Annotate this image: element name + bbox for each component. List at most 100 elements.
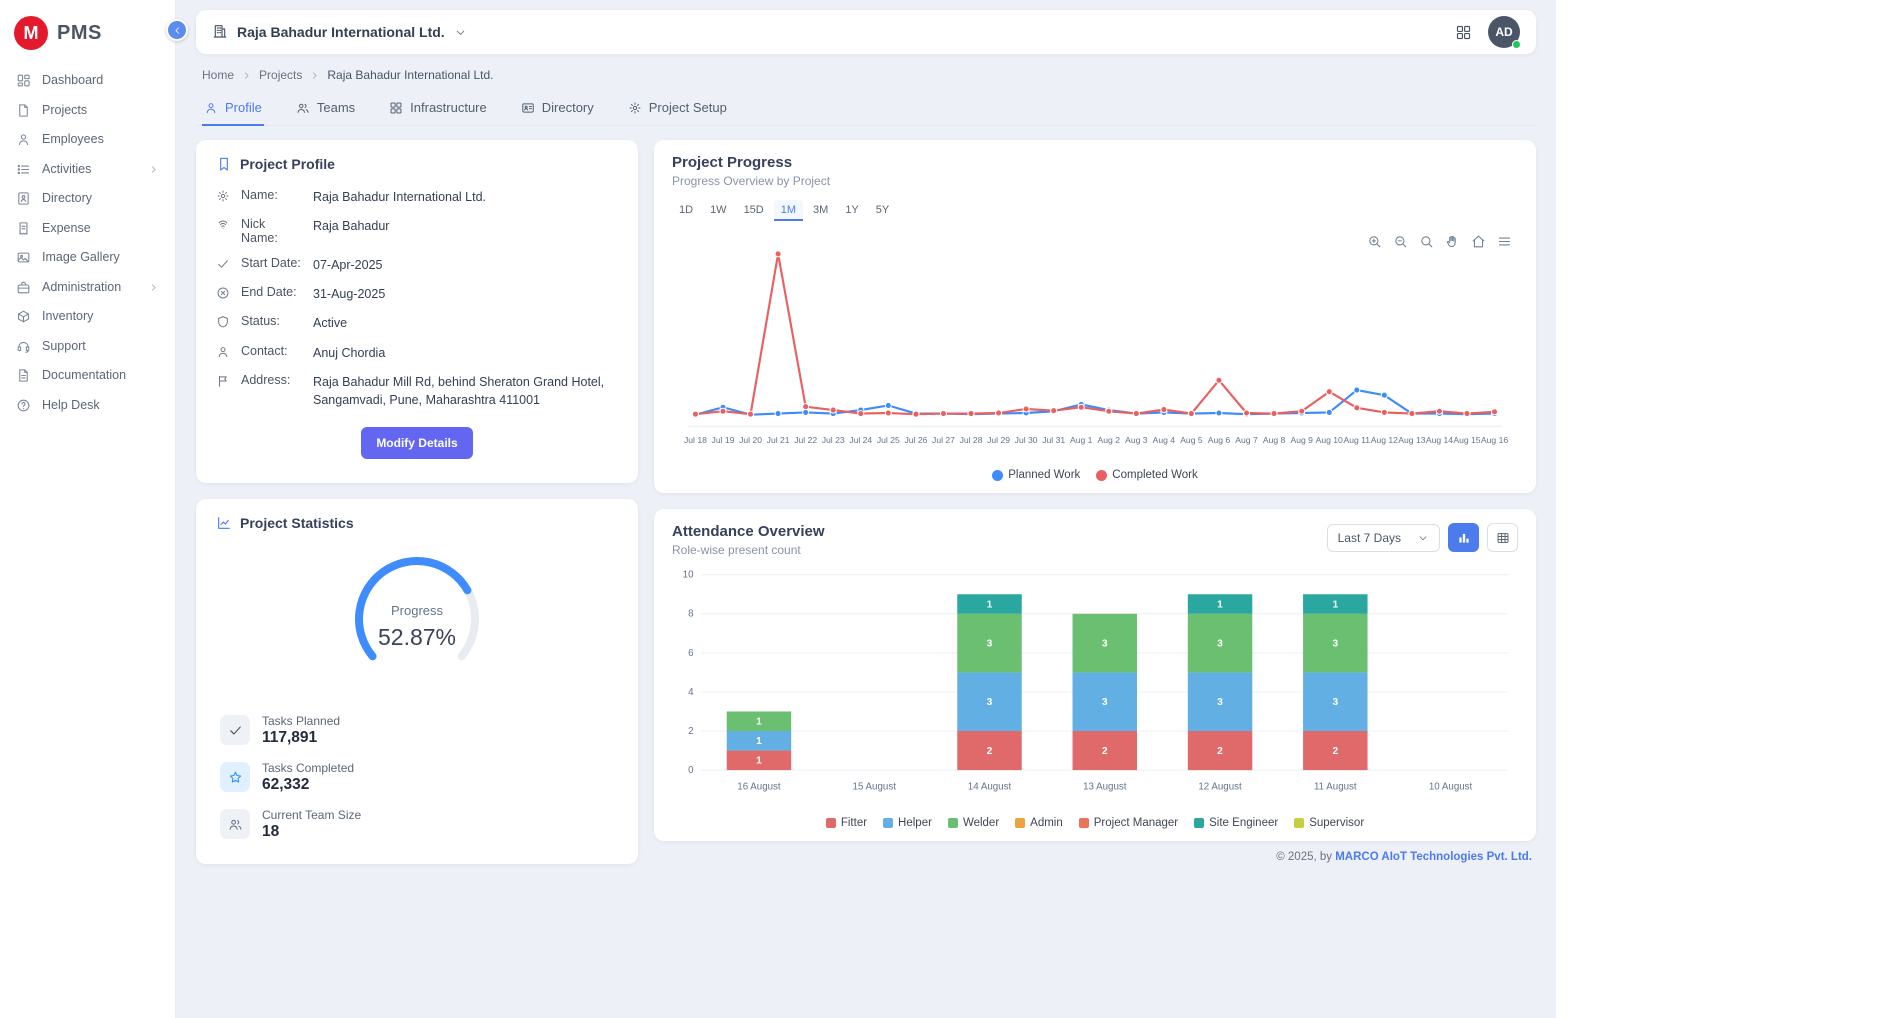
menu-icon[interactable] bbox=[1497, 234, 1512, 249]
range-button-5y[interactable]: 5Y bbox=[869, 200, 896, 221]
selection-zoom-icon[interactable] bbox=[1419, 234, 1434, 249]
profile-fields: Name:Raja Bahadur International Ltd.Nick… bbox=[216, 188, 618, 409]
legend-item-helper[interactable]: Helper bbox=[883, 817, 932, 829]
zoom-out-icon[interactable] bbox=[1393, 234, 1408, 249]
field-label: End Date: bbox=[241, 285, 303, 299]
breadcrumb-projects[interactable]: Projects bbox=[259, 68, 302, 82]
legend-item-completed-work[interactable]: Completed Work bbox=[1096, 469, 1197, 481]
svg-text:3: 3 bbox=[1217, 697, 1223, 708]
sidebar-item-label: Inventory bbox=[42, 308, 159, 326]
sidebar-item-projects[interactable]: Projects bbox=[0, 96, 175, 126]
tab-profile[interactable]: Profile bbox=[202, 90, 264, 126]
svg-text:3: 3 bbox=[1102, 639, 1108, 650]
sidebar-item-support[interactable]: Support bbox=[0, 332, 175, 362]
legend-item-welder[interactable]: Welder bbox=[948, 817, 999, 829]
tab-label: Profile bbox=[225, 100, 262, 115]
legend-item-project-manager[interactable]: Project Manager bbox=[1079, 817, 1178, 829]
field-label: Name: bbox=[241, 188, 303, 202]
check-icon bbox=[220, 715, 250, 745]
breadcrumb-home[interactable]: Home bbox=[202, 68, 234, 82]
bar-chart-toggle-button[interactable] bbox=[1448, 523, 1479, 552]
sidebar-item-employees[interactable]: Employees bbox=[0, 125, 175, 155]
svg-text:1: 1 bbox=[1217, 600, 1223, 611]
range-button-1m[interactable]: 1M bbox=[774, 200, 803, 221]
pan-icon[interactable] bbox=[1445, 234, 1460, 249]
tab-label: Project Setup bbox=[649, 100, 727, 115]
app-root: M PMS DashboardProjectsEmployeesActiviti… bbox=[0, 0, 1892, 1018]
legend-item-planned-work[interactable]: Planned Work bbox=[992, 469, 1080, 481]
sidebar-collapse-button[interactable] bbox=[166, 19, 188, 41]
sidebar-item-inventory[interactable]: Inventory bbox=[0, 302, 175, 332]
svg-text:2: 2 bbox=[987, 746, 993, 757]
modify-details-button[interactable]: Modify Details bbox=[361, 427, 472, 459]
building-icon bbox=[212, 23, 228, 42]
project-statistics-header: Project Statistics bbox=[216, 515, 618, 531]
app-logo-text: PMS bbox=[57, 22, 102, 45]
sidebar-item-image-gallery[interactable]: Image Gallery bbox=[0, 243, 175, 273]
svg-text:Jul 28: Jul 28 bbox=[960, 435, 983, 445]
tab-teams[interactable]: Teams bbox=[294, 90, 357, 126]
svg-text:2: 2 bbox=[1217, 746, 1223, 757]
sidebar-item-label: Administration bbox=[42, 279, 137, 297]
legend-item-supervisor[interactable]: Supervisor bbox=[1294, 817, 1364, 829]
id-card-icon bbox=[521, 101, 535, 115]
profile-field-name: Name:Raja Bahadur International Ltd. bbox=[216, 188, 618, 206]
logo-letter: M bbox=[24, 23, 39, 44]
projects-icon bbox=[16, 103, 31, 118]
range-button-15d[interactable]: 15D bbox=[737, 200, 771, 221]
legend-item-admin[interactable]: Admin bbox=[1015, 817, 1063, 829]
legend-marker bbox=[826, 818, 836, 828]
range-select[interactable]: Last 7 Days bbox=[1327, 524, 1440, 552]
svg-text:Aug 1: Aug 1 bbox=[1070, 435, 1093, 445]
legend-label: Completed Work bbox=[1112, 469, 1197, 481]
tab-project-setup[interactable]: Project Setup bbox=[626, 90, 729, 126]
apps-grid-button[interactable] bbox=[1455, 24, 1472, 41]
legend-item-fitter[interactable]: Fitter bbox=[826, 817, 867, 829]
sidebar-item-directory[interactable]: Directory bbox=[0, 184, 175, 214]
range-button-3m[interactable]: 3M bbox=[806, 200, 835, 221]
directory-icon bbox=[16, 191, 31, 206]
legend-item-site-engineer[interactable]: Site Engineer bbox=[1194, 817, 1278, 829]
footer-company-link[interactable]: MARCO AIoT Technologies Pvt. Ltd. bbox=[1335, 851, 1532, 863]
range-button-1d[interactable]: 1D bbox=[672, 200, 700, 221]
project-progress-card: Project Progress Progress Overview by Pr… bbox=[654, 140, 1536, 493]
zoom-in-icon[interactable] bbox=[1367, 234, 1382, 249]
profile-field-address: Address:Raja Bahadur Mill Rd, behind She… bbox=[216, 373, 618, 409]
legend-label: Planned Work bbox=[1008, 469, 1080, 481]
online-status-dot bbox=[1512, 40, 1521, 49]
progress-line-chart[interactable]: Jul 18Jul 19Jul 20Jul 21Jul 22Jul 23Jul … bbox=[672, 223, 1518, 469]
view-toggles bbox=[1448, 523, 1518, 552]
home-icon[interactable] bbox=[1471, 234, 1486, 249]
sidebar-item-dashboard[interactable]: Dashboard bbox=[0, 66, 175, 96]
legend-label: Welder bbox=[963, 817, 999, 829]
attendance-bar-chart[interactable]: 024681011116 August15 August233114 Augus… bbox=[672, 563, 1518, 817]
svg-text:Aug 6: Aug 6 bbox=[1208, 435, 1231, 445]
profile-field-contact: Contact:Anuj Chordia bbox=[216, 344, 618, 362]
circle-x-icon bbox=[216, 286, 231, 300]
range-button-1y[interactable]: 1Y bbox=[838, 200, 865, 221]
company-selector[interactable]: Raja Bahadur International Ltd. bbox=[212, 23, 467, 42]
svg-text:3: 3 bbox=[987, 639, 993, 650]
svg-text:Aug 12: Aug 12 bbox=[1371, 435, 1398, 445]
field-value: Raja Bahadur Mill Rd, behind Sheraton Gr… bbox=[313, 373, 618, 409]
svg-text:2: 2 bbox=[1102, 746, 1108, 757]
topbar: Raja Bahadur International Ltd. AD bbox=[196, 10, 1536, 54]
tab-directory[interactable]: Directory bbox=[519, 90, 596, 126]
sidebar-item-administration[interactable]: Administration bbox=[0, 273, 175, 303]
table-toggle-button[interactable] bbox=[1487, 523, 1518, 552]
svg-text:8: 8 bbox=[688, 609, 693, 620]
svg-text:Jul 22: Jul 22 bbox=[794, 435, 817, 445]
breadcrumb-separator-icon bbox=[241, 70, 252, 81]
svg-text:1: 1 bbox=[756, 736, 762, 747]
svg-text:Jul 29: Jul 29 bbox=[987, 435, 1010, 445]
sidebar-item-expense[interactable]: Expense bbox=[0, 214, 175, 244]
sidebar-item-documentation[interactable]: Documentation bbox=[0, 361, 175, 391]
range-select-value: Last 7 Days bbox=[1338, 531, 1401, 545]
range-button-1w[interactable]: 1W bbox=[703, 200, 734, 221]
sidebar-item-activities[interactable]: Activities bbox=[0, 155, 175, 185]
tab-infrastructure[interactable]: Infrastructure bbox=[387, 90, 489, 126]
user-avatar[interactable]: AD bbox=[1488, 16, 1520, 48]
main-area: Raja Bahadur International Ltd. AD Home P… bbox=[176, 0, 1556, 1018]
sidebar-item-help-desk[interactable]: Help Desk bbox=[0, 391, 175, 421]
attendance-header: Attendance Overview Role-wise present co… bbox=[672, 523, 1518, 557]
